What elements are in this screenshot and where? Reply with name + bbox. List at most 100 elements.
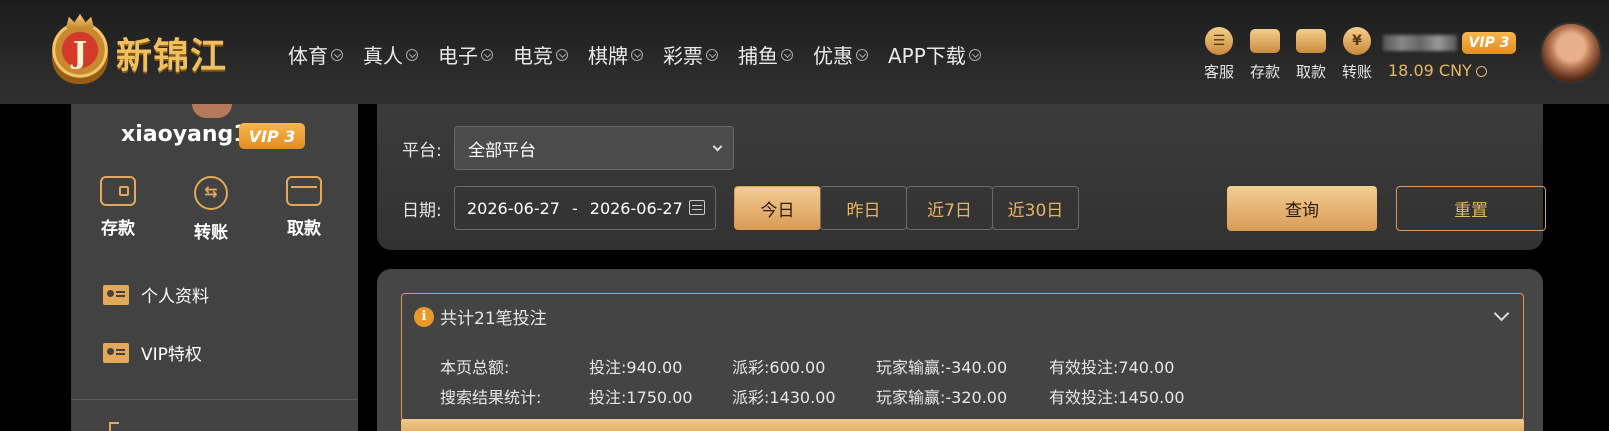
quick-deposit[interactable]: 存款 bbox=[88, 176, 148, 239]
summary-title: 共计21笔投注 bbox=[440, 309, 547, 329]
balance: 18.09 CNY bbox=[1388, 61, 1518, 80]
balance-value: 18.09 CNY bbox=[1388, 61, 1472, 80]
query-button[interactable]: 查询 bbox=[1227, 186, 1377, 231]
nav-label: 彩票 bbox=[663, 44, 703, 68]
sidebar: xiaoyang1 VIP 3 存款 ⇆ 转账 取款 个人资料 VIP特权 bbox=[71, 104, 358, 431]
chevron-down-icon bbox=[712, 141, 723, 152]
winloss-total: 玩家输赢:-320.00 bbox=[876, 388, 1008, 407]
top-header: J 新锦江 体育 真人 电子 电竞 棋牌 彩票 捕鱼 优惠 APP下载 ☰ 客服… bbox=[0, 0, 1609, 104]
platform-select[interactable]: 全部平台 bbox=[454, 126, 734, 170]
chevron-down-icon bbox=[631, 48, 643, 61]
nav-label: 电竞 bbox=[513, 44, 553, 68]
tool-transfer[interactable]: ¥ 转账 bbox=[1334, 27, 1380, 82]
tool-label: 取款 bbox=[1295, 63, 1326, 81]
winloss-total: 玩家输赢:-340.00 bbox=[876, 358, 1008, 377]
header-tools: ☰ 客服 存款 取款 ¥ 转账 bbox=[1196, 27, 1380, 82]
crown-icon bbox=[66, 14, 94, 28]
wallet-icon bbox=[100, 176, 136, 206]
nav-item-app-download[interactable]: APP下载 bbox=[888, 40, 981, 69]
chevron-down-icon bbox=[1475, 66, 1487, 77]
platform-label: 平台: bbox=[402, 141, 442, 161]
nav-label: 捕鱼 bbox=[738, 44, 778, 68]
atm-icon bbox=[1296, 29, 1326, 53]
quick-withdraw[interactable]: 取款 bbox=[274, 176, 334, 239]
quick-action-label: 存款 bbox=[101, 219, 135, 239]
quick-action-label: 取款 bbox=[287, 219, 321, 239]
nav-item-promotions[interactable]: 优惠 bbox=[813, 40, 868, 69]
chevron-down-icon bbox=[781, 48, 793, 61]
date-label: 日期: bbox=[402, 201, 442, 221]
chevron-down-icon[interactable] bbox=[1493, 305, 1510, 322]
range-yesterday-button[interactable]: 昨日 bbox=[820, 186, 907, 230]
tool-customer-service[interactable]: ☰ 客服 bbox=[1196, 27, 1242, 82]
brand-logo[interactable]: J 新锦江 bbox=[52, 14, 262, 88]
sidebar-item-label: 个人资料 bbox=[141, 287, 209, 307]
reset-button[interactable]: 重置 bbox=[1396, 186, 1546, 231]
chevron-down-icon bbox=[556, 48, 568, 61]
bet-summary: i 共计21笔投注 本页总额: 投注:940.00 派彩:600.00 玩家输赢… bbox=[401, 293, 1524, 421]
platform-value: 全部平台 bbox=[468, 140, 536, 161]
nav-label: 电子 bbox=[438, 44, 478, 68]
range-today-button[interactable]: 今日 bbox=[734, 186, 821, 230]
nav-item-slots[interactable]: 电子 bbox=[438, 40, 493, 69]
nav-label: 体育 bbox=[288, 44, 328, 68]
date-range-input[interactable]: 2026-06-27 - 2026-06-27 bbox=[454, 186, 716, 230]
row-label: 搜索结果统计: bbox=[440, 388, 542, 407]
sidebar-item-profile[interactable]: 个人资料 bbox=[103, 282, 209, 307]
payout-total: 派彩:600.00 bbox=[732, 358, 826, 377]
tool-label: 客服 bbox=[1203, 63, 1234, 81]
chevron-down-icon bbox=[856, 48, 868, 61]
nav-item-sports[interactable]: 体育 bbox=[288, 40, 343, 69]
filter-panel: 平台: 全部平台 日期: 2026-06-27 - 2026-06-27 今日 … bbox=[377, 104, 1546, 250]
date-separator: - bbox=[571, 198, 578, 218]
range-30days-button[interactable]: 近30日 bbox=[992, 186, 1079, 230]
sidebar-item-vip[interactable]: VIP特权 bbox=[103, 340, 202, 365]
card-icon bbox=[286, 176, 322, 206]
logo-badge-icon: J bbox=[52, 14, 108, 84]
date-start: 2026-06-27 bbox=[467, 198, 560, 218]
info-icon: i bbox=[414, 306, 434, 327]
tool-deposit[interactable]: 存款 bbox=[1242, 27, 1288, 82]
chevron-down-icon bbox=[406, 48, 418, 61]
nav-item-cards[interactable]: 棋牌 bbox=[588, 40, 643, 69]
valid-bet-total: 有效投注:740.00 bbox=[1049, 358, 1175, 377]
logo-text: 新锦江 bbox=[116, 36, 228, 77]
nav-item-live[interactable]: 真人 bbox=[363, 40, 418, 69]
tool-withdraw[interactable]: 取款 bbox=[1288, 27, 1334, 82]
nav-label: 真人 bbox=[363, 44, 403, 68]
chevron-down-icon bbox=[706, 48, 718, 61]
nav-label: 优惠 bbox=[813, 44, 853, 68]
wallet-icon bbox=[1250, 29, 1280, 53]
summary-header: i 共计21笔投注 bbox=[414, 304, 547, 329]
sidebar-username: xiaoyang1 bbox=[121, 122, 249, 147]
chevron-down-icon bbox=[331, 48, 343, 61]
payout-total: 派彩:1430.00 bbox=[732, 388, 836, 407]
results-panel: i 共计21笔投注 本页总额: 投注:940.00 派彩:600.00 玩家输赢… bbox=[377, 269, 1543, 431]
range-7days-button[interactable]: 近7日 bbox=[906, 186, 993, 230]
bet-total: 投注:1750.00 bbox=[589, 388, 693, 407]
nav-label: APP下载 bbox=[888, 44, 966, 68]
bet-total: 投注:940.00 bbox=[589, 358, 683, 377]
nav-item-esports[interactable]: 电竞 bbox=[513, 40, 568, 69]
partial-menu-icon bbox=[109, 422, 119, 431]
table-header-strip bbox=[401, 419, 1524, 431]
avatar[interactable] bbox=[1540, 22, 1602, 84]
transfer-icon: ⇆ bbox=[194, 176, 228, 210]
sidebar-avatar bbox=[192, 104, 232, 118]
calendar-icon bbox=[689, 200, 705, 215]
main-nav: 体育 真人 电子 电竞 棋牌 彩票 捕鱼 优惠 APP下载 bbox=[288, 40, 1001, 69]
masked-username bbox=[1383, 35, 1457, 51]
quick-transfer[interactable]: ⇆ 转账 bbox=[181, 176, 241, 243]
chat-icon: ☰ bbox=[1205, 27, 1233, 55]
tool-label: 转账 bbox=[1341, 63, 1372, 81]
vip-badge: VIP 3 bbox=[1462, 32, 1516, 54]
sidebar-item-label: VIP特权 bbox=[141, 345, 202, 365]
logo-letter: J bbox=[72, 35, 88, 71]
page: J 新锦江 体育 真人 电子 电竞 棋牌 彩票 捕鱼 优惠 APP下载 ☰ 客服… bbox=[0, 0, 1609, 431]
nav-label: 棋牌 bbox=[588, 44, 628, 68]
date-end: 2026-06-27 bbox=[589, 198, 683, 218]
nav-item-fishing[interactable]: 捕鱼 bbox=[738, 40, 793, 69]
nav-item-lottery[interactable]: 彩票 bbox=[663, 40, 718, 69]
transfer-icon: ¥ bbox=[1343, 27, 1371, 55]
row-label: 本页总额: bbox=[440, 358, 510, 377]
